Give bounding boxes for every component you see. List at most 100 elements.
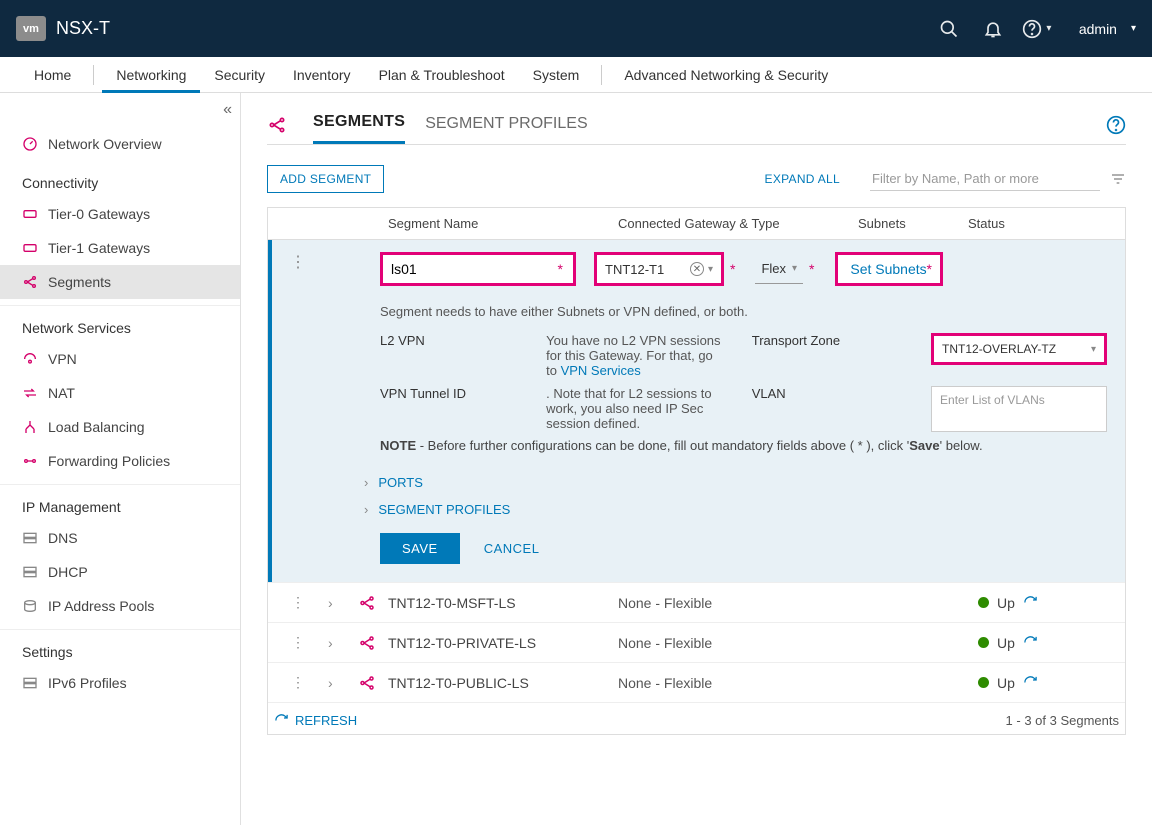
context-help-icon[interactable] <box>1106 115 1126 143</box>
search-icon[interactable] <box>933 13 965 45</box>
sidebar-vpn[interactable]: VPN <box>0 342 240 376</box>
row-refresh-icon[interactable] <box>1023 595 1038 610</box>
row-refresh-icon[interactable] <box>1023 675 1038 690</box>
col-gateway: Connected Gateway & Type <box>618 216 858 231</box>
segments-table: Segment Name Connected Gateway & Type Su… <box>267 207 1126 735</box>
add-segment-button[interactable]: ADD SEGMENT <box>267 165 384 193</box>
sidebar-group-network-services: Network Services <box>0 305 240 342</box>
nav-plan[interactable]: Plan & Troubleshoot <box>365 57 519 93</box>
segment-name-field: * <box>380 252 576 286</box>
nav-system[interactable]: System <box>519 57 594 93</box>
nav-advanced[interactable]: Advanced Networking & Security <box>610 57 842 93</box>
l2vpn-label: L2 VPN <box>380 333 516 378</box>
nav-home[interactable]: Home <box>20 57 85 93</box>
chevron-down-icon: ▾ <box>1091 344 1096 355</box>
sidebar-tier1[interactable]: Tier-1 Gateways <box>0 231 240 265</box>
loadbalance-icon <box>22 419 38 435</box>
vpn-icon <box>22 351 38 367</box>
segments-icon <box>267 115 293 143</box>
sidebar-network-overview[interactable]: Network Overview <box>0 127 240 161</box>
sidebar-dhcp[interactable]: DHCP <box>0 555 240 589</box>
expand-all-link[interactable]: EXPAND ALL <box>765 172 840 186</box>
mandatory-note: NOTE - Before further configurations can… <box>380 438 1107 453</box>
gateway-dropdown[interactable]: TNT12-T1 ✕ ▾ <box>594 252 724 286</box>
sidebar-item-label: DNS <box>48 530 78 546</box>
row-segment-name: TNT12-T0-PUBLIC-LS <box>388 675 618 691</box>
ports-label: PORTS <box>378 475 423 490</box>
sidebar-group-connectivity: Connectivity <box>0 161 240 197</box>
sidebar-item-label: Tier-1 Gateways <box>48 240 150 256</box>
segment-icon <box>358 634 388 652</box>
type-dropdown[interactable]: Flex ▾ <box>755 254 803 284</box>
sidebar-collapse-icon[interactable]: « <box>223 101 232 119</box>
user-menu[interactable]: admin ▾ <box>1079 21 1136 37</box>
filter-input[interactable] <box>870 167 1100 191</box>
row-count: 1 - 3 of 3 Segments <box>1006 713 1119 728</box>
cancel-button[interactable]: CANCEL <box>484 533 540 564</box>
sidebar-item-label: Load Balancing <box>48 419 145 435</box>
transport-zone-label: Transport Zone <box>752 333 901 378</box>
table-row: ⋮ › TNT12-T0-PRIVATE-LS None - Flexible … <box>268 622 1125 662</box>
sidebar-dns[interactable]: DNS <box>0 521 240 555</box>
nav-divider <box>601 65 602 85</box>
clear-gateway-icon[interactable]: ✕ <box>690 262 704 276</box>
nav-networking[interactable]: Networking <box>102 57 200 93</box>
bell-icon[interactable] <box>977 13 1009 45</box>
set-subnets-label: Set Subnets <box>850 261 926 277</box>
transport-zone-dropdown[interactable]: TNT12-OVERLAY-TZ ▾ <box>931 333 1107 365</box>
ip-pools-icon <box>22 598 38 614</box>
ports-expander[interactable]: › PORTS <box>364 469 1107 496</box>
sidebar-item-label: Segments <box>48 274 111 290</box>
chevron-right-icon: › <box>364 502 368 517</box>
row-expand-icon[interactable]: › <box>328 595 358 611</box>
sidebar-segments[interactable]: Segments <box>0 265 240 299</box>
sidebar-item-label: IP Address Pools <box>48 598 154 614</box>
vlan-input[interactable]: Enter List of VLANs <box>931 386 1107 432</box>
table-header: Segment Name Connected Gateway & Type Su… <box>268 208 1125 240</box>
help-icon[interactable]: ▾ <box>1021 13 1053 45</box>
table-row: ⋮ › TNT12-T0-MSFT-LS None - Flexible Up <box>268 582 1125 622</box>
row-refresh-icon[interactable] <box>1023 635 1038 650</box>
row-expand-icon[interactable]: › <box>328 675 358 691</box>
subnet-hint: Segment needs to have either Subnets or … <box>380 304 1107 319</box>
gateway-value: TNT12-T1 <box>605 262 664 277</box>
row-gateway: None - Flexible <box>618 675 978 691</box>
nav-inventory[interactable]: Inventory <box>279 57 365 93</box>
row-actions-icon[interactable]: ⋮ <box>291 594 305 611</box>
required-star: * <box>730 261 735 277</box>
row-expand-icon[interactable]: › <box>328 635 358 651</box>
chevron-down-icon: ▾ <box>708 264 713 275</box>
tz-value: TNT12-OVERLAY-TZ <box>942 342 1056 356</box>
tab-segment-profiles[interactable]: SEGMENT PROFILES <box>425 115 587 143</box>
type-value: Flex <box>761 261 786 276</box>
sidebar-tier0[interactable]: Tier-0 Gateways <box>0 197 240 231</box>
vpn-services-link[interactable]: VPN Services <box>561 363 641 378</box>
app-header: vm NSX-T ▾ admin ▾ <box>0 0 1152 57</box>
l2vpn-text: You have no L2 VPN sessions for this Gat… <box>546 333 722 378</box>
filter-icon[interactable] <box>1110 171 1126 187</box>
row-segment-name: TNT12-T0-PRIVATE-LS <box>388 635 618 651</box>
sidebar-load-balancing[interactable]: Load Balancing <box>0 410 240 444</box>
sidebar-group-ip-management: IP Management <box>0 484 240 521</box>
segment-profiles-expander[interactable]: ›SEGMENT PROFILES <box>364 496 1107 523</box>
sidebar-item-label: VPN <box>48 351 77 367</box>
nav-security[interactable]: Security <box>200 57 279 93</box>
row-actions-icon[interactable]: ⋮ <box>290 252 307 272</box>
tab-segments[interactable]: SEGMENTS <box>313 113 405 144</box>
table-footer: REFRESH 1 - 3 of 3 Segments <box>268 702 1125 734</box>
sidebar-nat[interactable]: NAT <box>0 376 240 410</box>
row-actions-icon[interactable]: ⋮ <box>291 634 305 651</box>
row-gateway: None - Flexible <box>618 635 978 651</box>
chevron-right-icon: › <box>364 475 368 490</box>
dns-icon <box>22 530 38 546</box>
col-segment-name: Segment Name <box>388 216 618 231</box>
refresh-button[interactable]: REFRESH <box>274 713 357 728</box>
sidebar-forwarding-policies[interactable]: Forwarding Policies <box>0 444 240 478</box>
sidebar: « Network Overview Connectivity Tier-0 G… <box>0 93 241 825</box>
sidebar-ip-pools[interactable]: IP Address Pools <box>0 589 240 623</box>
nat-icon <box>22 385 38 401</box>
row-actions-icon[interactable]: ⋮ <box>291 674 305 691</box>
segment-name-input[interactable] <box>391 261 552 277</box>
save-button[interactable]: SAVE <box>380 533 460 564</box>
sidebar-ipv6-profiles[interactable]: IPv6 Profiles <box>0 666 240 700</box>
